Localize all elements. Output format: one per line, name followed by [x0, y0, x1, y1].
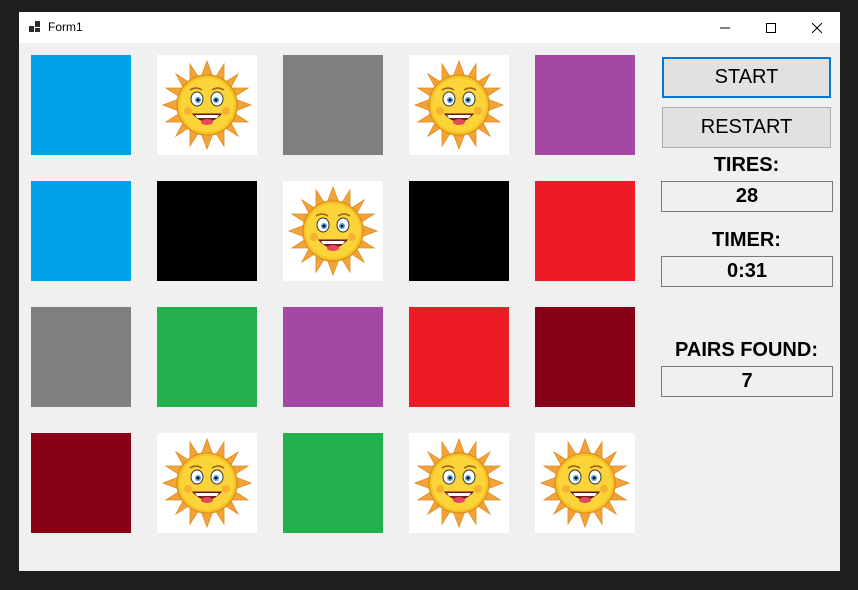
sun-face-icon [413, 59, 505, 151]
card-gray[interactable] [31, 307, 131, 407]
window-title: Form1 [48, 20, 83, 34]
maximize-button[interactable] [748, 12, 794, 43]
sun-face-icon [413, 437, 505, 529]
card-gray[interactable] [283, 55, 383, 155]
card-red[interactable] [409, 307, 509, 407]
card-light-blue[interactable] [31, 55, 131, 155]
close-icon [812, 22, 822, 33]
card-sun[interactable] [283, 181, 383, 281]
card-black[interactable] [157, 181, 257, 281]
app-icon [29, 21, 40, 32]
card-purple[interactable] [535, 55, 635, 155]
sun-face-icon [161, 59, 253, 151]
tries-label: TIRES: [713, 154, 780, 176]
card-green[interactable] [283, 433, 383, 533]
tries-value: 28 [661, 181, 833, 212]
card-sun[interactable] [535, 433, 635, 533]
timer-label: TIMER: [712, 229, 781, 251]
sun-face-icon [161, 437, 253, 529]
close-button[interactable] [794, 12, 840, 43]
card-dark-red[interactable] [535, 307, 635, 407]
card-sun[interactable] [157, 55, 257, 155]
minimize-icon [720, 27, 730, 28]
start-button[interactable]: START [662, 57, 831, 98]
sun-face-icon [539, 437, 631, 529]
card-dark-red[interactable] [31, 433, 131, 533]
card-light-blue[interactable] [31, 181, 131, 281]
card-green[interactable] [157, 307, 257, 407]
title-bar[interactable]: Form1 [19, 12, 840, 43]
pairs-found-label: PAIRS FOUND: [675, 339, 818, 361]
restart-button[interactable]: RESTART [662, 107, 831, 148]
card-black[interactable] [409, 181, 509, 281]
card-sun[interactable] [409, 433, 509, 533]
sun-face-icon [287, 185, 379, 277]
maximize-icon [766, 22, 776, 33]
card-red[interactable] [535, 181, 635, 281]
card-sun[interactable] [409, 55, 509, 155]
pairs-found-value: 7 [661, 366, 833, 397]
card-purple[interactable] [283, 307, 383, 407]
minimize-button[interactable] [702, 12, 748, 43]
app-window: Form1 START RESTART TIRES: 28 TIMER: 0:3… [19, 12, 840, 571]
card-sun[interactable] [157, 433, 257, 533]
timer-value: 0:31 [661, 256, 833, 287]
